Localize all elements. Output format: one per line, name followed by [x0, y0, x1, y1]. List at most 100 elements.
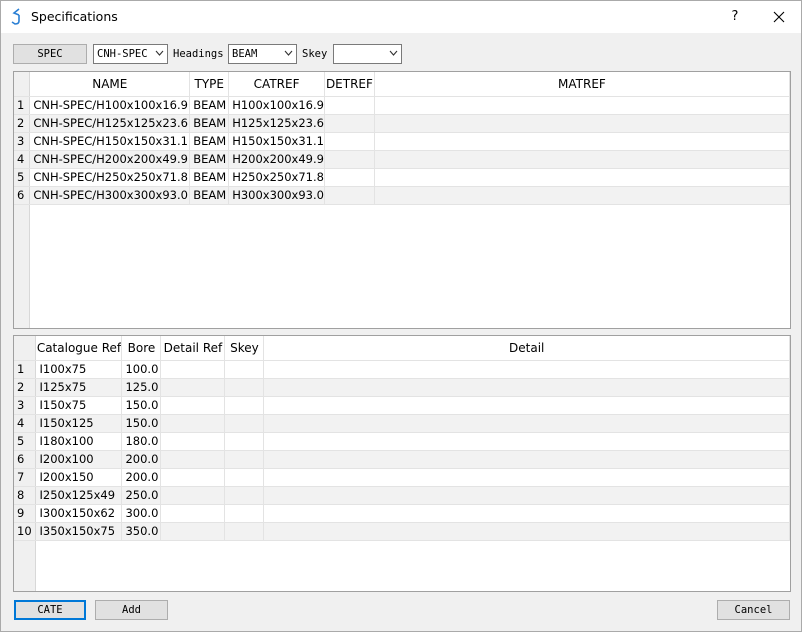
cell-detail[interactable] — [263, 378, 790, 397]
column-header-detref[interactable]: DETREF — [324, 72, 375, 97]
cell-name[interactable]: CNH-SPEC/H125x125x23.6 — [29, 114, 191, 133]
cell-type[interactable]: BEAM — [189, 168, 230, 187]
table-row[interactable]: 5 I180x100 180.0 — [14, 432, 790, 451]
cell-skey[interactable] — [224, 468, 265, 487]
table-row[interactable]: 3 CNH-SPEC/H150x150x31.1 BEAM H150x150x31.1 — [14, 132, 790, 151]
cell-name[interactable]: CNH-SPEC/H200x200x49.9 — [29, 150, 191, 169]
table-row[interactable]: 8 I250x125x49 250.0 — [14, 486, 790, 505]
cell-detref[interactable] — [324, 150, 375, 169]
cell-detref[interactable] — [160, 378, 226, 397]
cell-bore[interactable]: 150.0 — [121, 396, 162, 415]
spec-button[interactable]: SPEC — [13, 44, 87, 64]
cell-matref[interactable] — [374, 96, 790, 115]
cell-skey[interactable] — [224, 378, 265, 397]
row-number[interactable]: 3 — [14, 396, 37, 415]
row-number[interactable]: 6 — [14, 186, 31, 205]
column-header-matref[interactable]: MATREF — [374, 72, 790, 97]
cell-bore[interactable]: 200.0 — [121, 468, 162, 487]
cell-detref[interactable] — [324, 132, 375, 151]
cell-detref[interactable] — [324, 114, 375, 133]
column-header-detail-ref[interactable]: Detail Ref — [160, 336, 226, 361]
row-number[interactable]: 3 — [14, 132, 31, 151]
row-number[interactable]: 5 — [14, 168, 31, 187]
column-header-catref[interactable]: CATREF — [228, 72, 325, 97]
row-number[interactable]: 4 — [14, 150, 31, 169]
table-row[interactable]: 4 I150x125 150.0 — [14, 414, 790, 433]
close-button[interactable] — [765, 4, 793, 30]
cell-bore[interactable]: 180.0 — [121, 432, 162, 451]
cell-catref[interactable]: I180x100 — [35, 432, 123, 451]
cell-catref[interactable]: I100x75 — [35, 360, 123, 379]
cell-detail[interactable] — [263, 504, 790, 523]
cell-catref[interactable]: I200x100 — [35, 450, 123, 469]
row-number[interactable]: 7 — [14, 468, 37, 487]
cell-catref[interactable]: I350x150x75 — [35, 522, 123, 541]
catalogue-table[interactable]: Catalogue Ref Bore Detail Ref Skey Detai… — [13, 335, 791, 592]
cell-catref[interactable]: H100x100x16.9 — [228, 96, 325, 115]
cell-matref[interactable] — [374, 132, 790, 151]
cell-catref[interactable]: H125x125x23.6 — [228, 114, 325, 133]
cell-skey[interactable] — [224, 396, 265, 415]
cell-catref[interactable]: H200x200x49.9 — [228, 150, 325, 169]
cell-skey[interactable] — [224, 432, 265, 451]
column-header-bore[interactable]: Bore — [121, 336, 162, 361]
column-header-skey[interactable]: Skey — [224, 336, 265, 361]
cell-detail[interactable] — [263, 486, 790, 505]
cell-catref[interactable]: I200x150 — [35, 468, 123, 487]
cell-skey[interactable] — [224, 504, 265, 523]
cell-name[interactable]: CNH-SPEC/H100x100x16.9 — [29, 96, 191, 115]
cell-matref[interactable] — [374, 186, 790, 205]
table-row[interactable]: 5 CNH-SPEC/H250x250x71.8 BEAM H250x250x71.8 — [14, 168, 790, 187]
row-number[interactable]: 6 — [14, 450, 37, 469]
table-row[interactable]: 6 CNH-SPEC/H300x300x93.0 BEAM H300x300x93.0 — [14, 186, 790, 205]
row-number[interactable]: 2 — [14, 378, 37, 397]
cell-skey[interactable] — [224, 360, 265, 379]
table-row[interactable]: 1 CNH-SPEC/H100x100x16.9 BEAM H100x100x16.9 — [14, 96, 790, 115]
cell-bore[interactable]: 125.0 — [121, 378, 162, 397]
row-number[interactable]: 9 — [14, 504, 37, 523]
cell-catref[interactable]: I300x150x62 — [35, 504, 123, 523]
cell-skey[interactable] — [224, 450, 265, 469]
table-row[interactable]: 2 I125x75 125.0 — [14, 378, 790, 397]
column-header-name[interactable]: NAME — [29, 72, 191, 97]
cell-detail[interactable] — [263, 450, 790, 469]
cell-detail[interactable] — [263, 414, 790, 433]
cell-detref[interactable] — [160, 396, 226, 415]
headings-combo[interactable]: BEAM — [228, 44, 297, 64]
cell-catref[interactable]: I150x125 — [35, 414, 123, 433]
cell-detail[interactable] — [263, 522, 790, 541]
cell-skey[interactable] — [224, 486, 265, 505]
cell-catref[interactable]: I250x125x49 — [35, 486, 123, 505]
cate-button[interactable]: CATE — [14, 600, 86, 620]
row-number[interactable]: 2 — [14, 114, 31, 133]
cell-detref[interactable] — [324, 96, 375, 115]
cell-bore[interactable]: 200.0 — [121, 450, 162, 469]
cell-detail[interactable] — [263, 468, 790, 487]
row-number[interactable]: 8 — [14, 486, 37, 505]
cell-type[interactable]: BEAM — [189, 96, 230, 115]
table-row[interactable]: 4 CNH-SPEC/H200x200x49.9 BEAM H200x200x49.9 — [14, 150, 790, 169]
cell-detref[interactable] — [160, 522, 226, 541]
cell-matref[interactable] — [374, 114, 790, 133]
cell-detref[interactable] — [160, 360, 226, 379]
cell-name[interactable]: CNH-SPEC/H250x250x71.8 — [29, 168, 191, 187]
add-button[interactable]: Add — [95, 600, 168, 620]
cell-bore[interactable]: 350.0 — [121, 522, 162, 541]
skey-combo[interactable] — [333, 44, 402, 64]
row-number[interactable]: 1 — [14, 360, 37, 379]
cell-type[interactable]: BEAM — [189, 132, 230, 151]
cell-detref[interactable] — [160, 432, 226, 451]
cell-type[interactable]: BEAM — [189, 150, 230, 169]
cell-detref[interactable] — [160, 468, 226, 487]
cell-detref[interactable] — [324, 168, 375, 187]
cell-catref[interactable]: I125x75 — [35, 378, 123, 397]
table-row[interactable]: 1 I100x75 100.0 — [14, 360, 790, 379]
cell-detref[interactable] — [160, 486, 226, 505]
cell-bore[interactable]: 250.0 — [121, 486, 162, 505]
cell-type[interactable]: BEAM — [189, 114, 230, 133]
row-number[interactable]: 4 — [14, 414, 37, 433]
table-row[interactable]: 3 I150x75 150.0 — [14, 396, 790, 415]
cell-bore[interactable]: 300.0 — [121, 504, 162, 523]
cell-bore[interactable]: 100.0 — [121, 360, 162, 379]
spec-table[interactable]: NAME TYPE CATREF DETREF MATREF 1 CNH-SPEC… — [13, 71, 791, 329]
